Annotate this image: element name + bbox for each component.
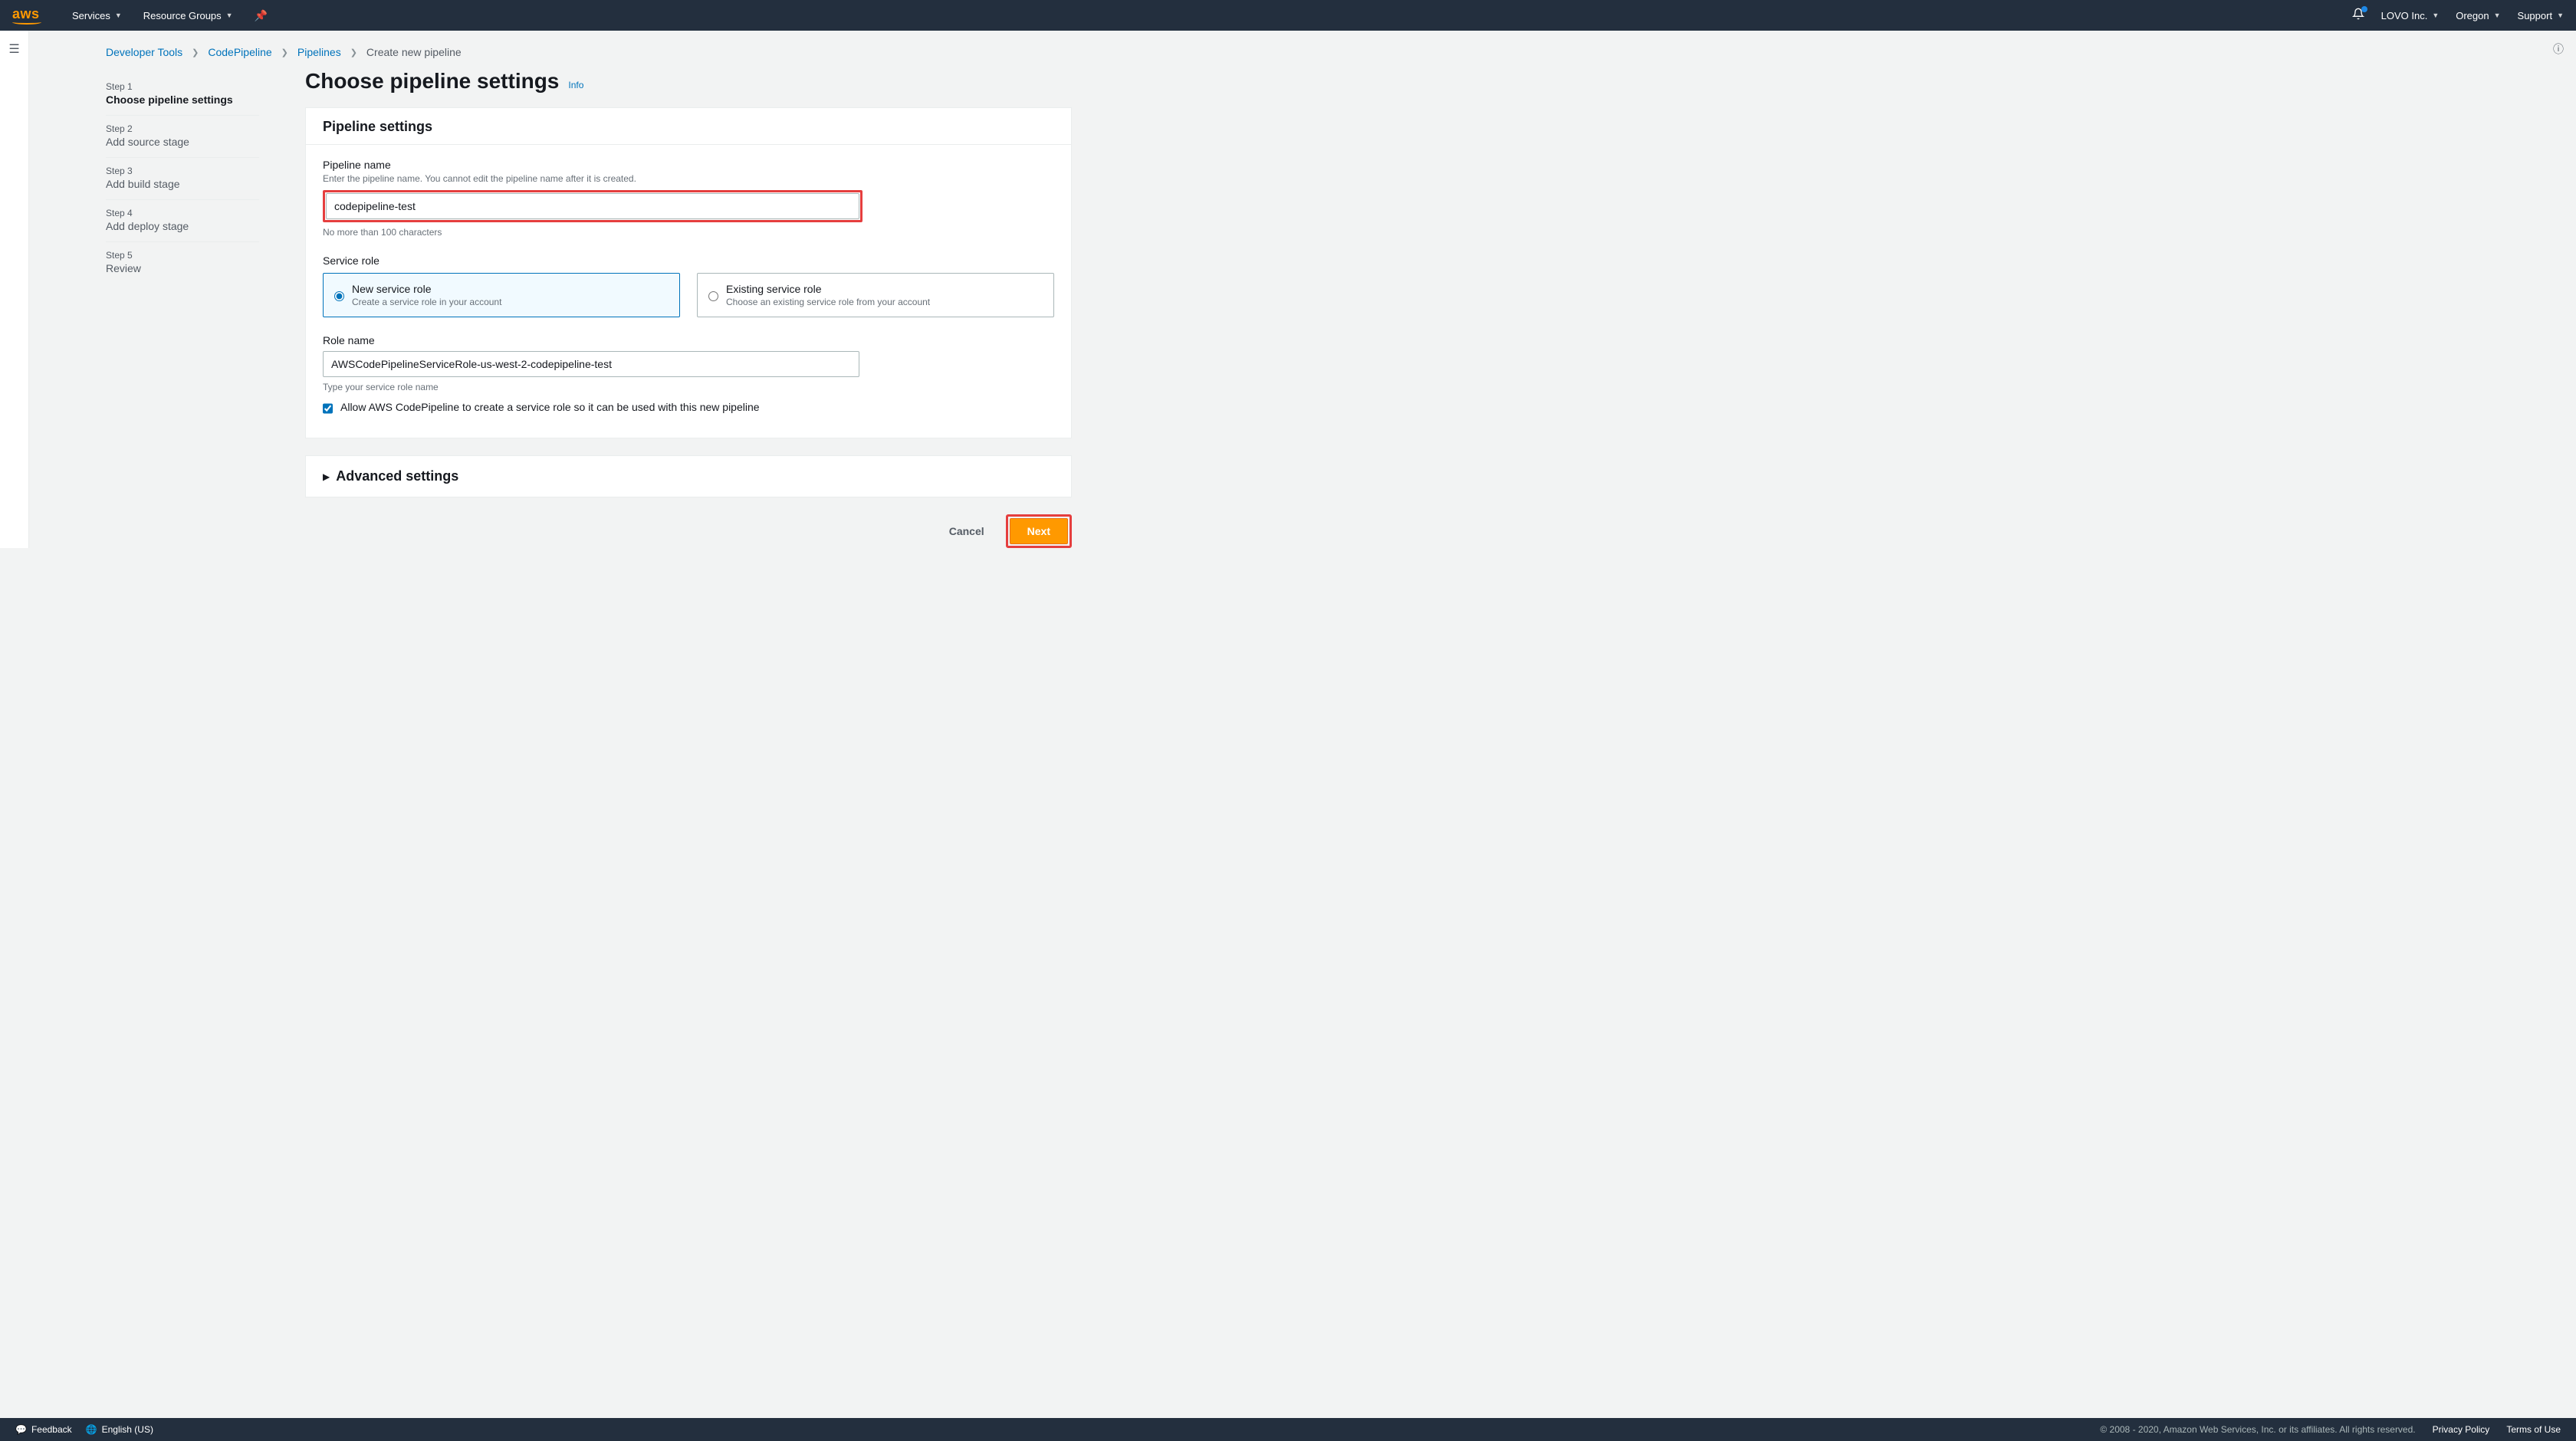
panel-title: Advanced settings: [336, 468, 458, 484]
pipeline-name-input[interactable]: [326, 193, 859, 219]
speech-bubble-icon: 💬: [15, 1424, 27, 1435]
step-label: Add build stage: [106, 178, 259, 190]
wizard-step-3[interactable]: Step 3 Add build stage: [106, 158, 259, 200]
nav-region-label: Oregon: [2456, 10, 2489, 21]
globe-icon: 🌐: [86, 1424, 97, 1435]
step-number: Step 4: [106, 208, 259, 218]
radio-existing-service-role[interactable]: [708, 285, 718, 307]
radio-new-service-role[interactable]: [334, 285, 344, 307]
advanced-settings-toggle[interactable]: ▶ Advanced settings: [306, 456, 1071, 497]
nav-resource-groups[interactable]: Resource Groups ▼: [143, 10, 233, 21]
terms-of-use-link[interactable]: Terms of Use: [2506, 1424, 2561, 1435]
nav-account[interactable]: LOVO Inc. ▼: [2381, 10, 2440, 21]
chevron-down-icon: ▼: [2432, 11, 2439, 19]
page-title: Choose pipeline settings: [305, 69, 559, 94]
language-label: English (US): [102, 1424, 153, 1435]
chevron-down-icon: ▼: [115, 11, 122, 19]
cancel-button[interactable]: Cancel: [938, 519, 995, 543]
privacy-policy-link[interactable]: Privacy Policy: [2433, 1424, 2490, 1435]
breadcrumb-codepipeline[interactable]: CodePipeline: [208, 46, 271, 58]
role-name-label: Role name: [323, 334, 1054, 346]
info-panel-icon[interactable]: ⓘ: [2553, 41, 2564, 57]
panel-title: Pipeline settings: [323, 119, 1054, 135]
wizard-step-2[interactable]: Step 2 Add source stage: [106, 116, 259, 158]
next-button[interactable]: Next: [1010, 518, 1068, 544]
wizard-actions: Cancel Next: [305, 514, 1072, 548]
chevron-down-icon: ▼: [2494, 11, 2501, 19]
breadcrumb-pipelines[interactable]: Pipelines: [297, 46, 341, 58]
nav-support[interactable]: Support ▼: [2518, 10, 2564, 21]
side-rail: ☰: [0, 31, 29, 548]
console-footer: 💬 Feedback 🌐 English (US) © 2008 - 2020,…: [0, 1418, 2576, 1441]
notification-dot: [2361, 6, 2367, 12]
breadcrumb-current: Create new pipeline: [366, 46, 462, 58]
pin-icon[interactable]: 📌: [255, 9, 268, 22]
step-number: Step 3: [106, 166, 259, 176]
service-role-label: Service role: [323, 254, 1054, 267]
chevron-right-icon: ❯: [281, 48, 288, 57]
wizard-step-5[interactable]: Step 5 Review: [106, 242, 259, 284]
advanced-settings-panel: ▶ Advanced settings: [305, 455, 1072, 497]
nav-region[interactable]: Oregon ▼: [2456, 10, 2500, 21]
role-name-hint: Type your service role name: [323, 382, 1054, 392]
chevron-down-icon: ▼: [226, 11, 233, 19]
language-selector[interactable]: 🌐 English (US): [86, 1424, 153, 1435]
nav-resource-groups-label: Resource Groups: [143, 10, 222, 21]
nav-services-label: Services: [72, 10, 110, 21]
step-number: Step 2: [106, 123, 259, 134]
wizard-step-4[interactable]: Step 4 Add deploy stage: [106, 200, 259, 242]
pipeline-name-hint: Enter the pipeline name. You cannot edit…: [323, 172, 1054, 185]
step-label: Review: [106, 262, 259, 274]
pipeline-name-label: Pipeline name: [323, 159, 1054, 171]
step-label: Add source stage: [106, 136, 259, 148]
tile-title: New service role: [352, 283, 501, 295]
allow-create-role-label: Allow AWS CodePipeline to create a servi…: [340, 400, 760, 415]
chevron-right-icon: ❯: [350, 48, 357, 57]
notifications-icon[interactable]: [2352, 8, 2364, 24]
step-label: Choose pipeline settings: [106, 94, 259, 106]
allow-create-role-checkbox[interactable]: [323, 402, 333, 415]
pipeline-settings-panel: Pipeline settings Pipeline name Enter th…: [305, 107, 1072, 438]
tile-title: Existing service role: [726, 283, 930, 295]
step-number: Step 5: [106, 250, 259, 261]
step-label: Add deploy stage: [106, 220, 259, 232]
aws-logo[interactable]: aws: [12, 6, 41, 25]
tile-desc: Create a service role in your account: [352, 297, 501, 307]
breadcrumb: Developer Tools ❯ CodePipeline ❯ Pipelin…: [29, 31, 2576, 69]
tile-new-service-role[interactable]: New service role Create a service role i…: [323, 273, 680, 317]
copyright-text: © 2008 - 2020, Amazon Web Services, Inc.…: [2100, 1424, 2415, 1435]
breadcrumb-dev-tools[interactable]: Developer Tools: [106, 46, 182, 58]
tile-desc: Choose an existing service role from you…: [726, 297, 930, 307]
info-link[interactable]: Info: [568, 80, 583, 90]
hamburger-icon[interactable]: ☰: [8, 41, 19, 57]
nav-account-label: LOVO Inc.: [2381, 10, 2428, 21]
global-nav: aws Services ▼ Resource Groups ▼ 📌 LOVO …: [0, 0, 2576, 31]
chevron-down-icon: ▼: [2557, 11, 2564, 19]
feedback-label: Feedback: [31, 1424, 72, 1435]
tile-existing-service-role[interactable]: Existing service role Choose an existing…: [697, 273, 1054, 317]
pipeline-name-constraint: No more than 100 characters: [323, 227, 1054, 238]
nav-services[interactable]: Services ▼: [72, 10, 122, 21]
wizard-step-1[interactable]: Step 1 Choose pipeline settings: [106, 74, 259, 116]
feedback-link[interactable]: 💬 Feedback: [15, 1424, 72, 1435]
chevron-right-icon: ❯: [192, 48, 199, 57]
wizard-steps: Step 1 Choose pipeline settings Step 2 A…: [106, 69, 259, 548]
caret-right-icon: ▶: [323, 471, 330, 482]
step-number: Step 1: [106, 81, 259, 92]
role-name-input[interactable]: [323, 351, 859, 377]
nav-support-label: Support: [2518, 10, 2553, 21]
